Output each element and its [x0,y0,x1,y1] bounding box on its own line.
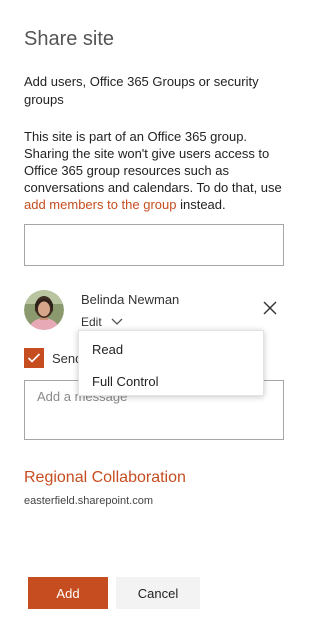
add-members-link[interactable]: add members to the group [24,197,176,212]
permission-dropdown[interactable]: Edit [81,314,123,330]
chevron-down-icon [111,318,123,325]
site-url: easterfield.sharepoint.com [24,495,154,507]
share-site-panel: Share site Add users, Office 365 Groups … [0,0,300,622]
user-photo-icon [24,290,64,330]
checkmark-icon [27,353,41,363]
add-button[interactable]: Add [28,577,108,609]
user-name: Belinda Newman [81,292,180,307]
people-picker-input[interactable] [24,224,284,266]
cancel-button[interactable]: Cancel [116,577,200,609]
permission-menu-item-read[interactable]: Read [79,333,263,365]
site-name: Regional Collaboration [24,469,186,486]
remove-user-button[interactable] [262,300,278,316]
permission-value: Edit [81,315,102,329]
permission-menu-item-full-control[interactable]: Full Control [79,365,263,397]
info-text-before: This site is part of an Office 365 group… [24,129,282,195]
permission-menu: Read Full Control [78,330,264,396]
panel-title: Share site [24,28,115,50]
info-text-after: instead. [176,197,226,212]
group-info-text: This site is part of an Office 365 group… [24,128,288,213]
send-email-checkbox[interactable] [24,348,44,368]
avatar [24,290,64,330]
panel-subtitle: Add users, Office 365 Groups or security… [24,74,259,107]
close-icon [263,301,277,315]
